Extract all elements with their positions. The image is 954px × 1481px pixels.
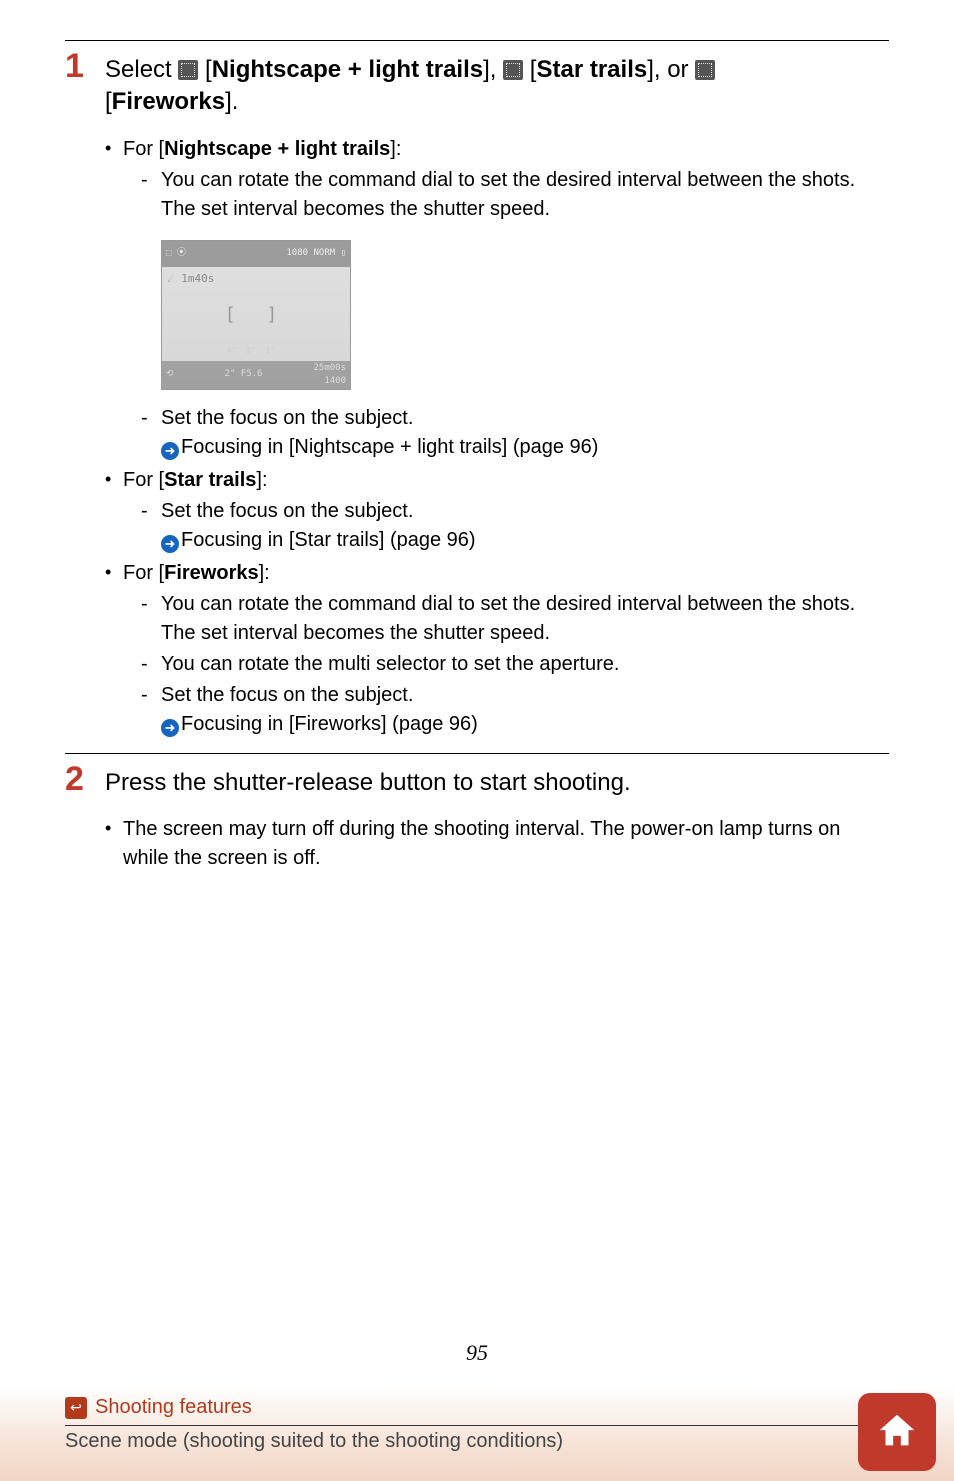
- step-number-2: 2: [65, 762, 89, 796]
- xref-arrow-icon: ➜: [161, 442, 179, 460]
- step-number-1: 1: [65, 49, 89, 83]
- step1-opt2: Star trails: [536, 56, 647, 83]
- fw-xref-text: Focusing in [Fireworks] (page 96): [181, 713, 478, 735]
- screen-interval: ☄ 1m40s: [162, 267, 350, 291]
- page-footer: ↩ Shooting features Scene mode (shooting…: [0, 1386, 954, 1481]
- fw-detail-2: You can rotate the multi selector to set…: [123, 650, 889, 679]
- star-xref-text: Focusing in [Star trails] (page 96): [181, 529, 476, 551]
- star-trails-mode-icon: [503, 60, 523, 80]
- scale-tick: 4": [227, 345, 237, 361]
- nltrails-detail-2: Set the focus on the subject.: [123, 404, 889, 433]
- nightscape-mode-icon: [178, 60, 198, 80]
- fireworks-mode-icon: [695, 60, 715, 80]
- screen-top-left: ⬚ ⦿: [166, 247, 186, 260]
- star-detail-1: Set the focus on the subject.: [123, 497, 889, 526]
- for-nightscape-item: For [Nightscape + light trails]:: [105, 135, 889, 164]
- back-icon: ↩: [65, 1397, 87, 1419]
- nltrails-xref[interactable]: ➜Focusing in [Nightscape + light trails]…: [105, 433, 889, 462]
- scale-tick: 2": [246, 345, 256, 361]
- xref-arrow-icon: ➜: [161, 719, 179, 737]
- home-button[interactable]: [858, 1393, 936, 1471]
- screen-focus-brackets: [ ]: [225, 302, 288, 328]
- screen-bottom-mid: 2" F5.6: [225, 368, 263, 381]
- nltrails-name: Nightscape + light trails: [164, 138, 390, 160]
- for-fireworks-item: For [Fireworks]:: [105, 559, 889, 588]
- scale-tick: 1": [266, 345, 276, 361]
- screen-bottom-left: ⟲: [166, 368, 174, 381]
- fw-name: Fireworks: [164, 562, 258, 584]
- step1-opt3: Fireworks: [112, 88, 225, 115]
- step1-lead: Select: [105, 56, 178, 83]
- footer-section-link[interactable]: ↩ Shooting features: [65, 1396, 889, 1425]
- step1-title: Select [Nightscape + light trails], [Sta…: [105, 54, 889, 119]
- xref-arrow-icon: ➜: [161, 535, 179, 553]
- fw-detail-1: You can rotate the command dial to set t…: [123, 590, 889, 648]
- screen-top-right: 1080 NORM ▯: [286, 247, 346, 260]
- page-number: 95: [0, 1340, 954, 1366]
- star-name: Star trails: [164, 469, 256, 491]
- fw-xref[interactable]: ➜Focusing in [Fireworks] (page 96): [105, 710, 889, 739]
- screen-shutter-scale: 4" 2" 1": [222, 345, 280, 361]
- for-label: For [: [123, 469, 164, 491]
- nltrails-xref-text: Focusing in [Nightscape + light trails] …: [181, 436, 598, 458]
- screen-shots-remaining: 1400: [313, 375, 346, 388]
- step2-detail-1: The screen may turn off during the shoot…: [105, 815, 889, 873]
- camera-screen-preview: ⬚ ⦿ 1080 NORM ▯ ☄ 1m40s [ ] 4" 2" 1" ⟲ 2…: [161, 240, 351, 390]
- step1-tail: ].: [225, 88, 238, 115]
- step1-mid1: ],: [483, 56, 503, 83]
- for-star-item: For [Star trails]:: [105, 466, 889, 495]
- step1-opt1: Nightscape + light trails: [212, 56, 483, 83]
- step1-mid2: ], or: [647, 56, 695, 83]
- for-label: For [: [123, 138, 164, 160]
- footer-breadcrumb: Scene mode (shooting suited to the shoot…: [65, 1426, 889, 1453]
- step2-title: Press the shutter-release button to star…: [105, 767, 889, 799]
- home-icon: [874, 1409, 920, 1455]
- screen-time-remaining: 25m00s: [313, 362, 346, 375]
- footer-section-text: Shooting features: [95, 1396, 252, 1419]
- step-2: 2 Press the shutter-release button to st…: [65, 762, 889, 873]
- nltrails-detail-1: You can rotate the command dial to set t…: [123, 166, 889, 224]
- star-xref[interactable]: ➜Focusing in [Star trails] (page 96): [105, 526, 889, 555]
- fw-detail-3: Set the focus on the subject.: [123, 681, 889, 710]
- for-label: For [: [123, 562, 164, 584]
- step-1: 1 Select [Nightscape + light trails], [S…: [65, 49, 889, 739]
